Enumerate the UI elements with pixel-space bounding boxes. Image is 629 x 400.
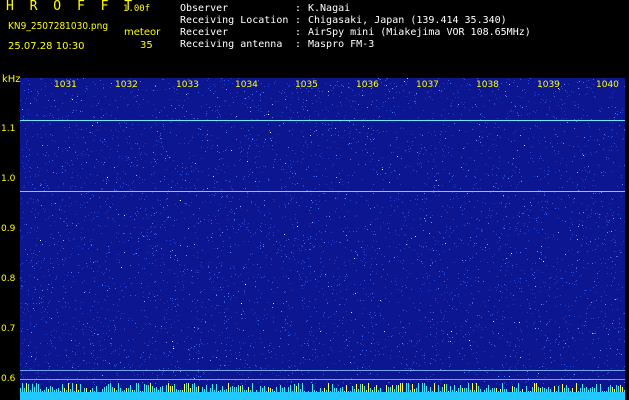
x-tick-label: 1039 bbox=[537, 80, 560, 90]
spectrogram-noise bbox=[20, 78, 625, 400]
x-tick-label: 1033 bbox=[176, 80, 199, 90]
x-tick-label: 1032 bbox=[115, 80, 138, 90]
x-tick-label: 1036 bbox=[356, 80, 379, 90]
info-key-antenna: Receiving antenna bbox=[180, 39, 283, 50]
carrier-line-upper bbox=[20, 120, 625, 121]
y-tick-label: 0.9 bbox=[1, 224, 16, 234]
info-key-location: Receiving Location bbox=[180, 15, 289, 26]
info-colon: : bbox=[295, 3, 302, 14]
info-key-observer: Observer bbox=[180, 3, 229, 14]
x-tick-label: 1035 bbox=[295, 80, 318, 90]
spectrogram-plot bbox=[20, 78, 625, 400]
info-colon: : bbox=[295, 27, 302, 38]
info-value-receiver: AirSpy mini (Miakejima VOR 108.65MHz) bbox=[308, 27, 531, 38]
info-colon: : bbox=[295, 15, 302, 26]
carrier-line-middle bbox=[20, 191, 625, 192]
x-tick-label: 1040 bbox=[596, 80, 619, 90]
y-axis-unit: kHz bbox=[2, 74, 21, 85]
x-tick-label: 1031 bbox=[54, 80, 77, 90]
meteor-label: meteor bbox=[124, 27, 161, 38]
x-tick-label: 1034 bbox=[235, 80, 258, 90]
y-tick-label: 0.7 bbox=[1, 324, 16, 334]
reference-line-lower-1 bbox=[20, 370, 625, 371]
x-tick-label: 1037 bbox=[416, 80, 439, 90]
reference-line-lower-2 bbox=[20, 379, 625, 380]
info-key-receiver: Receiver bbox=[180, 27, 229, 38]
info-value-observer: K.Nagai bbox=[308, 3, 351, 14]
info-value-antenna: Maspro FM-3 bbox=[308, 39, 375, 50]
file-datetime: 25.07.28 10:30 bbox=[8, 41, 85, 52]
x-tick-label: 1038 bbox=[476, 80, 499, 90]
file-name: KN9_2507281030.png bbox=[8, 21, 109, 32]
meteor-count: 35 bbox=[140, 40, 153, 51]
info-value-location: Chigasaki, Japan (139.414 35.340) bbox=[308, 15, 507, 26]
y-tick-label: 1.0 bbox=[1, 174, 16, 184]
y-tick-label: 0.8 bbox=[1, 274, 16, 284]
app-version: 1.00f bbox=[123, 4, 151, 14]
y-tick-label: 0.6 bbox=[1, 374, 16, 384]
app-logo: H R O F F T bbox=[6, 0, 137, 14]
info-colon: : bbox=[295, 39, 302, 50]
hrofft-screen: H R O F F T 1.00f KN9_2507281030.png met… bbox=[0, 0, 629, 400]
y-tick-label: 1.1 bbox=[1, 124, 16, 134]
